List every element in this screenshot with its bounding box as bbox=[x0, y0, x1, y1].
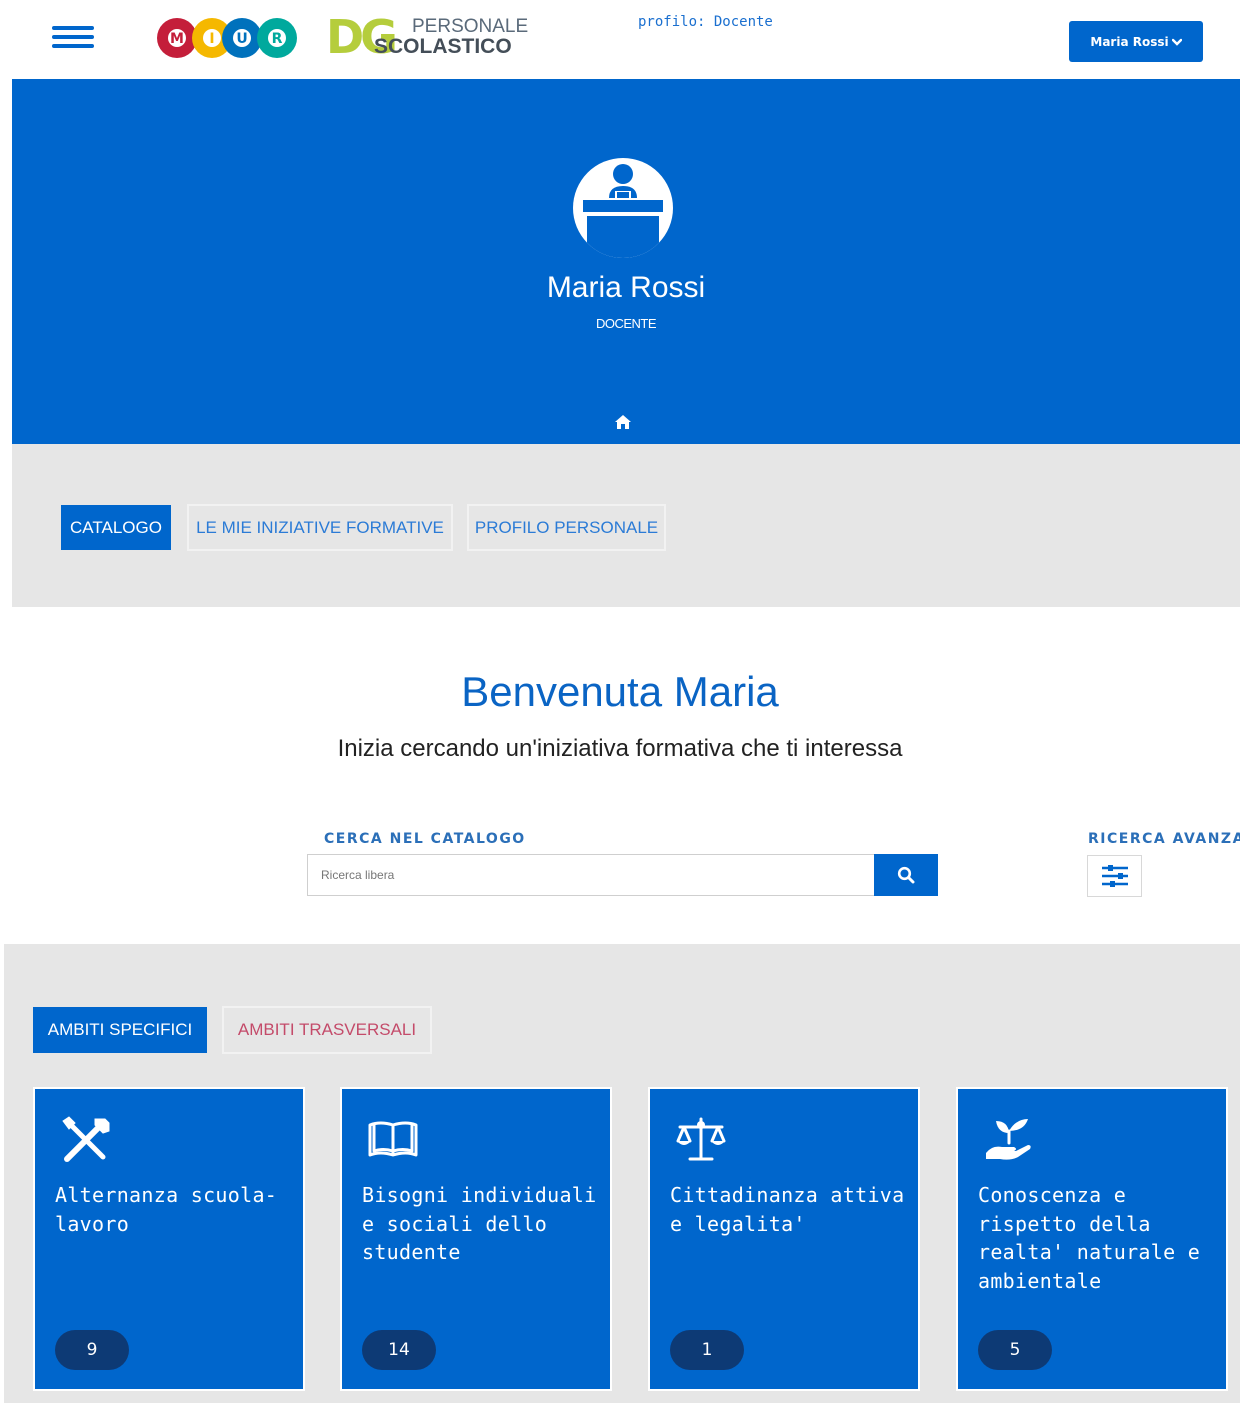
dg-logo-line1: PERSONALE bbox=[412, 16, 529, 37]
tools-icon bbox=[62, 1116, 110, 1162]
search-input[interactable] bbox=[307, 854, 875, 896]
ambito-card-title: Cittadinanza attiva e legalita' bbox=[670, 1183, 905, 1236]
profile-hero-banner: Maria Rossi DOCENTE bbox=[12, 79, 1240, 444]
search-icon bbox=[897, 866, 915, 884]
ambito-card-title: Alternanza scuola-lavoro bbox=[55, 1183, 278, 1236]
tab-ambiti-trasversali[interactable]: AMBITI TRASVERSALI bbox=[222, 1006, 432, 1054]
ambito-card-cittadinanza[interactable]: Cittadinanza attiva e legalita' 1 bbox=[648, 1087, 920, 1391]
profile-label: profilo: Docente bbox=[638, 14, 773, 30]
hand-plant-icon bbox=[986, 1119, 1031, 1160]
ambito-card-title: Conoscenza e rispetto della realta' natu… bbox=[978, 1183, 1201, 1293]
dg-personale-scolastico-logo[interactable]: DG PERSONALE SCOLASTICO bbox=[326, 10, 529, 64]
search-label: CERCA NEL CATALOGO bbox=[324, 831, 526, 847]
user-menu-button[interactable]: Maria Rossi bbox=[1069, 21, 1203, 62]
tab-catalogo[interactable]: CATALOGO bbox=[61, 505, 171, 550]
ambito-card-count: 5 bbox=[978, 1330, 1052, 1370]
balance-scale-icon bbox=[676, 1117, 726, 1161]
ambito-card-title: Bisogni individuali e sociali dello stud… bbox=[362, 1183, 597, 1264]
miur-logo-letter: I bbox=[209, 31, 214, 47]
ambito-card-conoscenza[interactable]: Conoscenza e rispetto della realta' natu… bbox=[956, 1087, 1228, 1391]
tab-profilo-personale[interactable]: PROFILO PERSONALE bbox=[467, 504, 666, 551]
teacher-at-desk-icon bbox=[583, 164, 663, 258]
ambito-card-bisogni[interactable]: Bisogni individuali e sociali dello stud… bbox=[340, 1087, 612, 1391]
hamburger-menu-icon[interactable] bbox=[52, 26, 94, 54]
avatar bbox=[573, 158, 673, 258]
user-full-name: Maria Rossi bbox=[546, 271, 706, 304]
tab-ambiti-specifici[interactable]: AMBITI SPECIFICI bbox=[33, 1007, 207, 1053]
search-button[interactable] bbox=[874, 854, 938, 896]
home-icon[interactable] bbox=[614, 414, 632, 430]
welcome-subtitle: Inizia cercando un'iniziativa formativa … bbox=[337, 735, 903, 762]
ambito-card-alternanza[interactable]: Alternanza scuola-lavoro 9 bbox=[33, 1087, 305, 1391]
user-menu-label: Maria Rossi bbox=[1090, 34, 1169, 49]
miur-logo-letter: M bbox=[170, 31, 184, 47]
open-book-icon bbox=[368, 1121, 418, 1157]
ambito-card-count: 14 bbox=[362, 1330, 436, 1370]
tab-le-mie-iniziative[interactable]: LE MIE INIZIATIVE FORMATIVE bbox=[187, 504, 453, 551]
miur-logo-letter: R bbox=[272, 31, 283, 47]
chevron-down-icon bbox=[1171, 38, 1182, 46]
advanced-search-label: RICERCA AVANZATA bbox=[1088, 831, 1240, 847]
welcome-title: Benvenuta Maria bbox=[461, 668, 779, 715]
ambito-card-count: 9 bbox=[55, 1330, 129, 1370]
user-role: DOCENTE bbox=[595, 316, 657, 331]
ambito-card-count: 1 bbox=[670, 1330, 744, 1370]
advanced-search-button[interactable] bbox=[1087, 855, 1142, 897]
dg-logo-line2: SCOLASTICO bbox=[374, 35, 512, 58]
top-header: M I U R DG PERSONALE SCOLASTICO profilo:… bbox=[0, 0, 1240, 79]
miur-logo-letter: U bbox=[236, 31, 247, 47]
miur-logo[interactable]: M I U R bbox=[156, 17, 298, 59]
sliders-icon bbox=[1101, 865, 1128, 887]
